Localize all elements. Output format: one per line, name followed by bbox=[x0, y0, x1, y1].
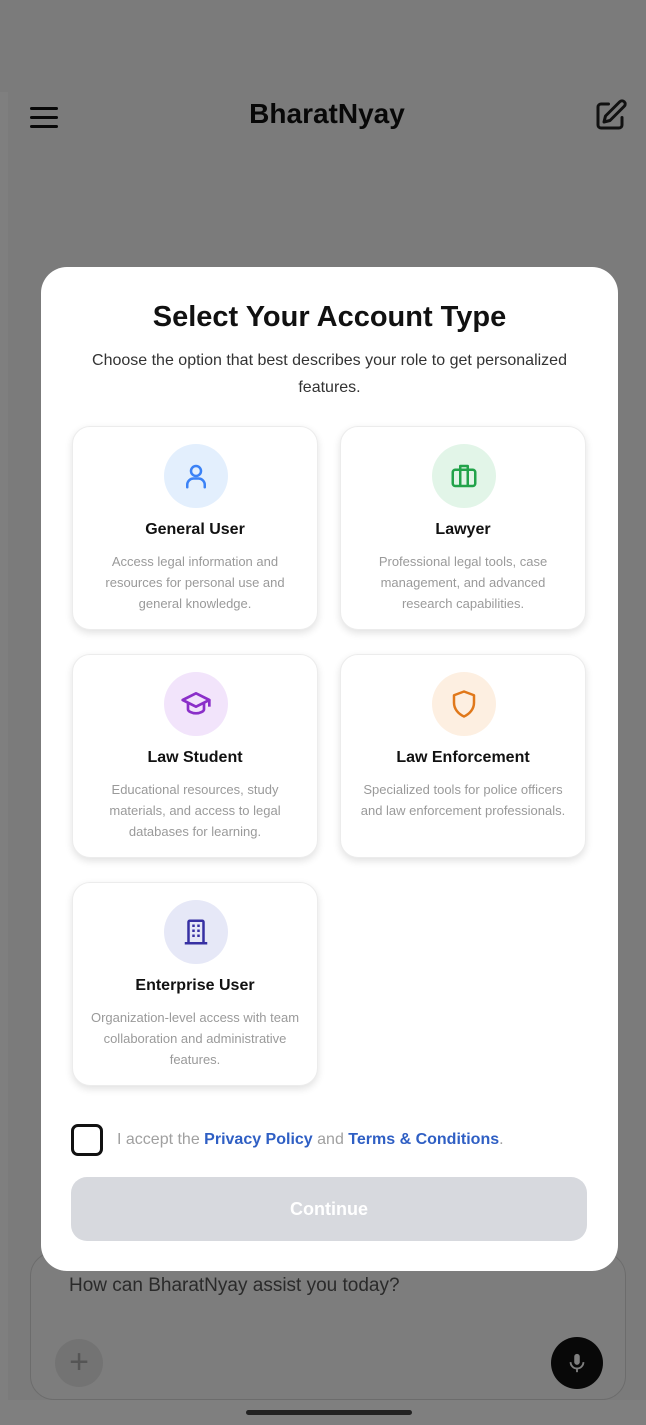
modal-subtitle: Choose the option that best describes yo… bbox=[92, 352, 567, 396]
account-type-law-student[interactable]: Law Student Educational resources, study… bbox=[72, 654, 318, 858]
card-icon-badge bbox=[432, 444, 496, 508]
account-type-modal: Select Your Account Type Choose the opti… bbox=[41, 267, 618, 1271]
card-icon-badge bbox=[164, 900, 228, 964]
account-type-general-user[interactable]: General User Access legal information an… bbox=[72, 426, 318, 630]
user-icon bbox=[186, 464, 206, 489]
card-label: Law Student bbox=[147, 749, 243, 766]
card-icon-badge bbox=[164, 444, 228, 508]
card-icon-badge bbox=[432, 672, 496, 736]
account-type-lawyer[interactable]: Lawyer Professional legal tools, case ma… bbox=[340, 426, 586, 630]
terms-text: I accept the Privacy Policy and Terms & … bbox=[117, 1131, 504, 1148]
card-description: Professional legal tools, case managemen… bbox=[378, 554, 548, 611]
shield-icon bbox=[452, 690, 476, 718]
modal-title: Select Your Account Type bbox=[152, 301, 507, 333]
terms-acceptance: I accept the Privacy Policy and Terms & … bbox=[71, 1123, 504, 1157]
card-description: Access legal information and resources f… bbox=[105, 554, 285, 611]
terms-conditions-link[interactable]: Terms & Conditions bbox=[348, 1131, 499, 1148]
card-label: Lawyer bbox=[435, 521, 491, 538]
card-description: Educational resources, study materials, … bbox=[109, 782, 281, 839]
account-type-law-enforcement[interactable]: Law Enforcement Specialized tools for po… bbox=[340, 654, 586, 858]
card-description: Specialized tools for police officers an… bbox=[360, 782, 566, 818]
terms-checkbox[interactable] bbox=[71, 1124, 103, 1156]
card-label: Enterprise User bbox=[135, 977, 255, 994]
card-description: Organization-level access with team coll… bbox=[90, 1010, 300, 1067]
privacy-policy-link[interactable]: Privacy Policy bbox=[204, 1131, 313, 1148]
account-type-enterprise-user[interactable]: Enterprise User Organization-level acces… bbox=[72, 882, 318, 1086]
briefcase-icon bbox=[451, 464, 477, 488]
card-label: Law Enforcement bbox=[396, 749, 530, 766]
card-icon-badge bbox=[164, 672, 228, 736]
continue-button[interactable]: Continue bbox=[71, 1177, 587, 1241]
building-icon bbox=[184, 919, 208, 945]
card-label: General User bbox=[145, 521, 245, 538]
graduation-cap-icon bbox=[181, 692, 211, 715]
home-indicator[interactable] bbox=[246, 1410, 412, 1415]
